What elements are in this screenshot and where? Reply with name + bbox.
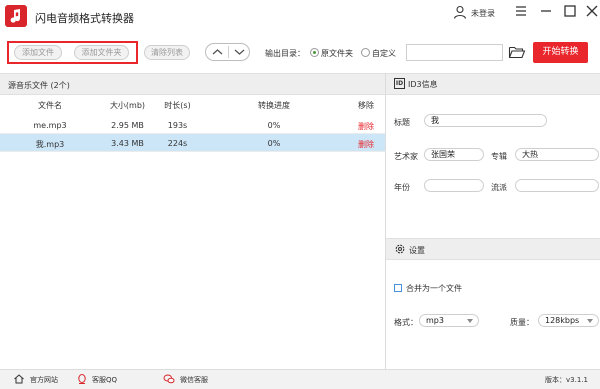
file-duration: 193s: [167, 121, 188, 130]
move-down-icon[interactable]: [229, 45, 250, 59]
title-field[interactable]: 我: [424, 114, 547, 127]
artist-field[interactable]: 张国荣: [424, 148, 484, 161]
folder-open-icon[interactable]: [508, 44, 526, 60]
quality-label: 质量：: [510, 318, 534, 327]
move-up-icon[interactable]: [207, 45, 228, 59]
year-label: 年份: [394, 183, 410, 192]
chevron-down-icon: [587, 319, 593, 323]
album-field[interactable]: 大热: [515, 148, 599, 161]
radio-source-folder-label[interactable]: 原文件夹: [321, 48, 353, 59]
qq-icon[interactable]: [76, 373, 88, 385]
table-row[interactable]: 我.mp3 3.43 MB 224s 0% 删除: [0, 134, 385, 152]
settings-title: 设置: [409, 246, 425, 255]
login-status[interactable]: 未登录: [471, 8, 495, 19]
radio-source-folder[interactable]: [310, 48, 319, 57]
file-progress: 0%: [267, 121, 281, 130]
column-remove: 移除: [358, 101, 374, 110]
merge-label[interactable]: 合并为一个文件: [406, 283, 462, 294]
album-label: 专辑: [491, 152, 507, 161]
format-select[interactable]: mp3: [419, 314, 479, 327]
column-filename: 文件名: [38, 101, 62, 110]
remove-link[interactable]: 删除: [352, 139, 380, 150]
file-list-title: 源音乐文件 (2个): [8, 81, 70, 90]
wechat-icon[interactable]: [163, 373, 175, 385]
title-label: 标题: [394, 118, 410, 127]
artist-label: 艺术家: [394, 152, 418, 161]
version-label: 版本：v3.1.1: [545, 376, 588, 384]
close-icon[interactable]: [584, 3, 600, 19]
app-title: 闪电音频格式转换器: [35, 12, 134, 25]
file-size: 3.43 MB: [111, 139, 144, 148]
user-icon[interactable]: [453, 5, 467, 19]
wechat-support-link[interactable]: 微信客服: [180, 375, 208, 385]
merge-checkbox[interactable]: [394, 284, 402, 292]
gear-icon: [395, 244, 405, 254]
radio-custom[interactable]: [361, 48, 370, 57]
clear-list-button[interactable]: 清除列表: [144, 45, 190, 60]
column-size: 大小(mb): [109, 101, 146, 110]
format-value: mp3: [426, 316, 444, 325]
year-field[interactable]: [424, 179, 484, 192]
output-path-input[interactable]: [406, 44, 503, 61]
column-progress: 转换进度: [258, 101, 290, 110]
output-dir-label: 输出目录：: [265, 49, 305, 58]
genre-field[interactable]: [515, 179, 599, 192]
panel-divider: [385, 73, 386, 369]
app-logo-icon: [5, 5, 27, 27]
table-row[interactable]: me.mp3 2.95 MB 193s 0% 删除: [0, 116, 385, 134]
format-label: 格式：: [394, 318, 418, 327]
footer: [0, 369, 600, 389]
file-progress: 0%: [267, 139, 281, 148]
id3-icon: ID: [394, 78, 405, 89]
quality-value: 128kbps: [545, 316, 580, 325]
qq-support-link[interactable]: 客服QQ: [92, 375, 117, 385]
quality-select[interactable]: 128kbps: [538, 314, 599, 327]
maximize-icon[interactable]: [562, 3, 578, 19]
file-name: me.mp3: [33, 121, 67, 130]
start-convert-button[interactable]: 开始转换: [533, 42, 588, 63]
website-link[interactable]: 官方网站: [30, 375, 58, 385]
file-size: 2.95 MB: [111, 121, 144, 130]
id3-title: ID3信息: [408, 80, 438, 89]
add-file-button[interactable]: 添加文件: [14, 45, 62, 60]
home-icon[interactable]: [13, 373, 25, 385]
menu-icon[interactable]: [513, 3, 529, 19]
genre-label: 流派: [491, 183, 507, 192]
file-duration: 224s: [167, 139, 188, 148]
chevron-down-icon: [467, 319, 473, 323]
minimize-icon[interactable]: [538, 3, 554, 19]
radio-custom-label[interactable]: 自定义: [372, 48, 396, 59]
file-list-header: 源音乐文件 (2个): [0, 73, 385, 95]
column-duration: 时长(s): [164, 101, 191, 110]
file-name: 我.mp3: [35, 140, 65, 149]
remove-link[interactable]: 删除: [352, 121, 380, 132]
move-buttons: [205, 43, 250, 61]
add-folder-button[interactable]: 添加文件夹: [74, 45, 129, 60]
